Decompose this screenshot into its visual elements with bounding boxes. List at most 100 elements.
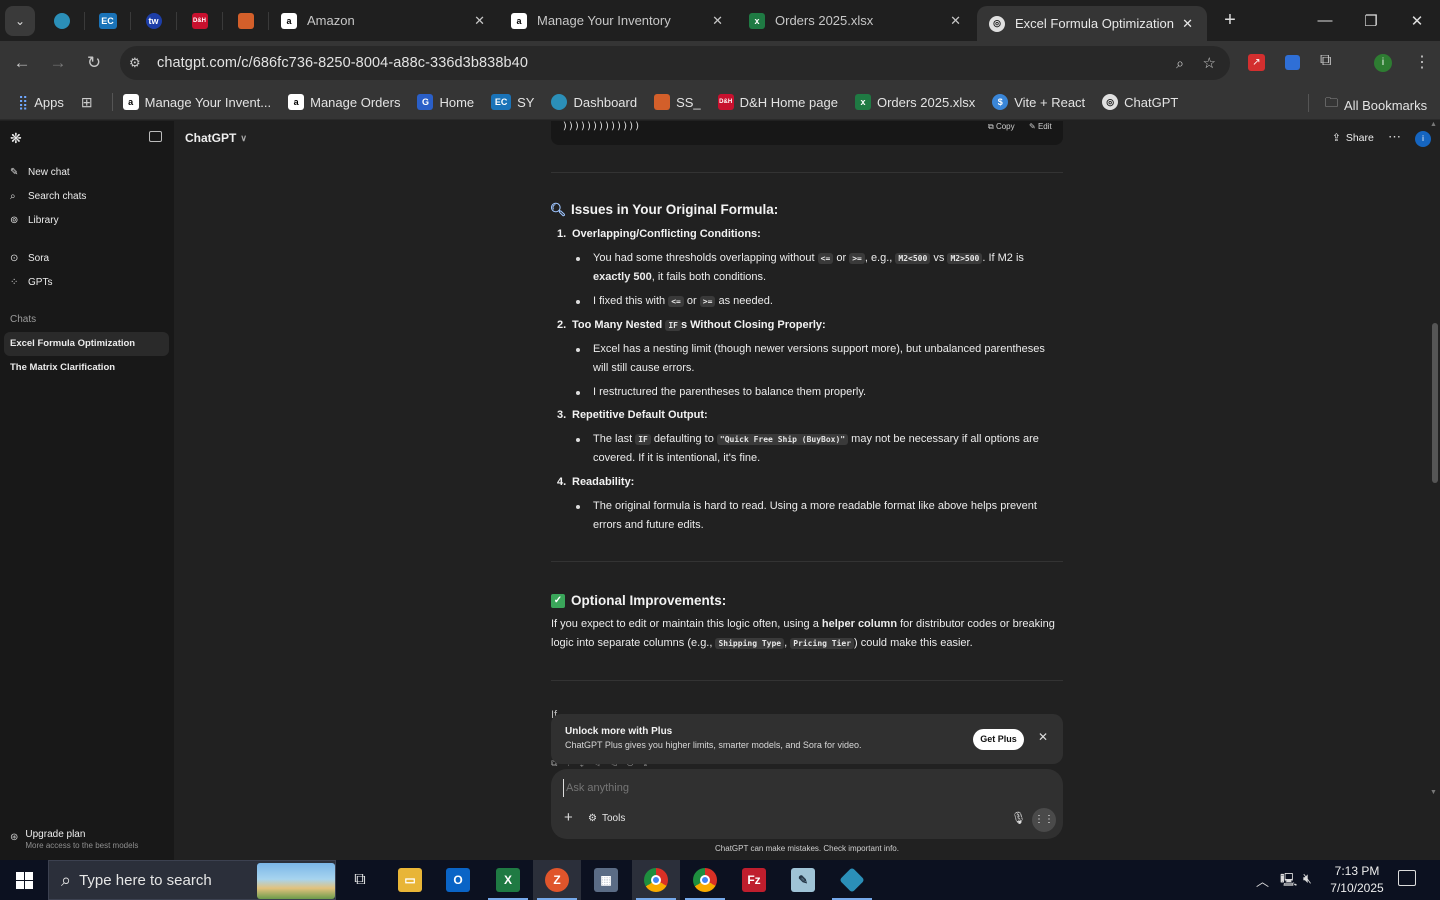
close-icon[interactable]: ✕ [950,13,961,29]
bookmark-manage-orders[interactable]: a Manage Orders [288,94,400,110]
taskbar-search[interactable]: ⌕ Type here to search [48,860,336,900]
extension-puzzle-blue-icon[interactable] [1285,55,1300,70]
close-icon[interactable]: ✕ [1038,730,1048,744]
bookmark-sy[interactable]: EC SY [491,94,534,110]
pinned-tab-4[interactable]: D&H [177,11,223,30]
scrollbar-track[interactable]: ▲ ▼ [1428,121,1440,801]
bookmark-star-icon[interactable]: ☆ [1203,54,1216,72]
taskbar-calculator[interactable]: ▦ [582,860,630,900]
model-selector[interactable]: ChatGPT ∨ [185,131,247,145]
taskbar-chrome-active[interactable] [632,860,680,900]
sidebar-sora[interactable]: ⊙ Sora [10,253,49,264]
bookmark-dashboard[interactable]: Dashboard [551,94,637,110]
task-view-button[interactable]: ⧉ [336,860,384,900]
taskbar-app-diamond[interactable] [828,860,876,900]
pinned-tab-3[interactable]: tw [131,11,177,30]
window-close-button[interactable]: ✕ [1394,0,1440,41]
all-bookmarks[interactable]: 🗀 All Bookmarks [1325,94,1427,116]
text: defaulting to [650,433,717,445]
upgrade-plan[interactable]: ⊛ Upgrade plan More access to the best m… [10,829,138,850]
bookmark-dh-home[interactable]: D&H D&H Home page [717,94,838,110]
add-attachment-button[interactable]: + [564,809,573,826]
tab-amazon[interactable]: a Amazon ✕ [269,0,499,41]
tab-manage-inventory[interactable]: a Manage Your Inventory ✕ [499,0,737,41]
address-bar[interactable]: ⚙ chatgpt.com/c/686fc736-8250-8004-a88c-… [120,46,1230,80]
chat-input[interactable] [563,779,1023,797]
extensions-icon[interactable]: ⧉ [1320,52,1331,70]
sidebar-library[interactable]: ⊚ Library [10,215,59,226]
profile-avatar[interactable]: i [1374,54,1392,72]
close-icon[interactable]: ✕ [474,13,485,29]
get-plus-button[interactable]: Get Plus [973,729,1024,750]
clock[interactable]: 7:13 PM 7/10/2025 [1328,863,1386,897]
tray-chevron-icon[interactable]: ︿ [1256,871,1269,890]
bookmark-ss[interactable]: SS_ [654,94,701,110]
microphone-icon[interactable]: 🎙︎ [1011,811,1026,825]
bookmark-orders-xlsx[interactable]: x Orders 2025.xlsx [854,94,975,110]
tab-excel-formula-optimization[interactable]: ◎ Excel Formula Optimization ✕ [977,6,1207,41]
sidebar-item-label: Search chats [28,191,87,202]
bullet-3a: The last IF defaulting to "Quick Free Sh… [576,430,1063,468]
network-icon[interactable]: 🖳︎ [1280,871,1297,893]
close-icon[interactable]: ✕ [1182,16,1193,32]
scrollbar-up-arrow[interactable]: ▲ [1430,121,1437,128]
reload-button[interactable]: ↻ [76,45,112,81]
openai-logo-icon[interactable]: ❋ [10,130,22,147]
bookmark-manage-inventory[interactable]: a Manage Your Invent... [122,94,271,110]
browser-menu-icon[interactable]: ⋮ [1414,52,1430,72]
pinned-tab-1[interactable] [39,11,85,30]
bullet-1a: You had some thresholds overlapping with… [576,249,1063,287]
share-button[interactable]: ⇪ Share [1332,132,1374,144]
forward-button[interactable]: → [40,45,76,81]
pinned-tab-2[interactable]: EC [85,11,131,30]
sidebar-new-chat[interactable]: ✎ New chat [10,167,70,178]
scrollbar-thumb[interactable] [1432,323,1438,483]
bookmark-vite-react[interactable]: $ Vite + React [992,94,1085,110]
taskbar-excel[interactable]: X [484,860,532,900]
tab-orders-xlsx[interactable]: x Orders 2025.xlsx ✕ [737,0,975,41]
toggle-sidebar-icon[interactable] [149,131,162,142]
extension-pin-icon[interactable]: ↗ [1248,54,1265,71]
tools-button[interactable]: ⚙ Tools [588,813,625,824]
new-tab-button[interactable]: + [1217,9,1243,32]
voice-mode-button[interactable]: ⋮⋮ [1032,808,1056,832]
tab-title: Manage Your Inventory [537,13,671,28]
sidebar-search-chats[interactable]: ⌕ Search chats [10,191,86,202]
sidebar-gpts[interactable]: ⁘ GPTs [10,277,52,288]
bookmark-chatgpt[interactable]: ◎ ChatGPT [1102,94,1178,110]
site-info-icon[interactable]: ⚙ [129,55,141,71]
tab-groups-button[interactable]: ⊞ [81,94,93,111]
more-options-icon[interactable]: ⋯ [1388,129,1401,145]
section-divider [551,561,1063,562]
bookmark-home[interactable]: G Home [417,94,474,110]
taskbar-filezilla[interactable]: Fz [730,860,778,900]
chat-item-matrix[interactable]: The Matrix Clarification [10,362,115,373]
taskbar-chrome[interactable] [681,860,729,900]
inline-code: Pricing Tier [790,638,855,649]
text: or [833,252,850,264]
bookmark-label: D&H Home page [739,94,838,110]
taskbar-file-explorer[interactable]: ▭ [386,860,434,900]
taskbar-outlook[interactable]: O [434,860,482,900]
close-icon[interactable]: ✕ [712,13,723,29]
copy-button[interactable]: ⧉ Copy [988,122,1015,132]
scrollbar-down-arrow[interactable]: ▼ [1430,789,1437,796]
pinned-tab-5[interactable] [223,11,269,30]
bookmarks-bar: ⣿ Apps ⊞ a Manage Your Invent... a Manage … [0,85,1440,120]
volume-muted-icon[interactable]: 🔇︎ [1303,870,1312,887]
code-text: ))))))))))))) [562,121,641,132]
list-item-2: 2. Too Many Nested IF s Without Closing Pr… [557,319,826,331]
url-text[interactable]: chatgpt.com/c/686fc736-8250-8004-a88c-33… [157,55,528,71]
zoom-icon[interactable]: ⌕ [1176,55,1184,72]
back-button[interactable]: ← [4,45,40,81]
edit-button[interactable]: ✎ Edit [1029,122,1052,131]
windows-start-button[interactable] [0,860,48,900]
restore-button[interactable]: ❐ [1348,0,1394,41]
taskbar-zoho[interactable]: Z [533,860,581,900]
taskbar-notepad[interactable]: ✎ [779,860,827,900]
bookmark-apps[interactable]: ⣿ Apps [18,94,64,111]
tab-search-button[interactable]: ⌄ [5,5,35,36]
notifications-icon[interactable] [1398,870,1416,886]
chat-item-excel-formula[interactable]: Excel Formula Optimization [10,338,135,349]
minimize-button[interactable]: — [1302,0,1348,41]
